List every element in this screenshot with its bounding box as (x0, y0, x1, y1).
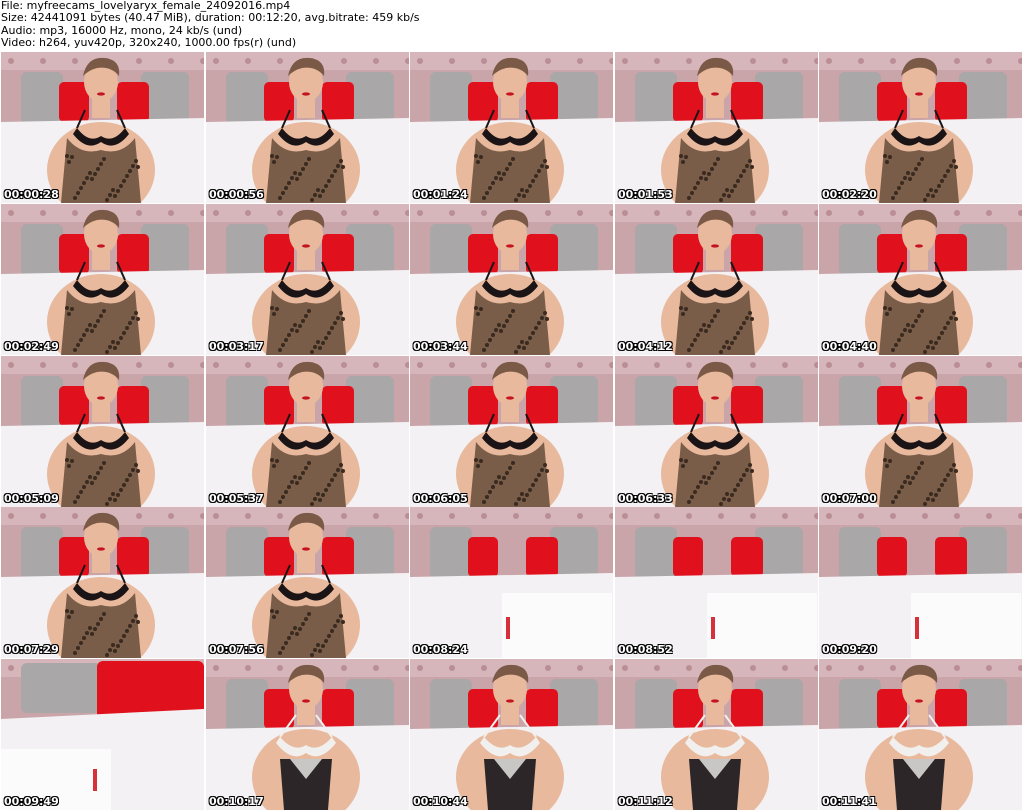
thumbnail-frame-image (615, 659, 818, 810)
thumbnail-frame-image (410, 356, 613, 507)
thumbnail-timestamp: 00:01:24 (413, 188, 468, 201)
video-thumbnail: 00:01:24 (410, 52, 613, 203)
video-thumbnail: 00:07:56 (206, 507, 409, 658)
thumbnail-timestamp: 00:07:56 (209, 643, 264, 656)
thumbnail-timestamp: 00:02:49 (4, 340, 59, 353)
video-thumbnail: 00:11:12 (615, 659, 818, 810)
video-thumbnail: 00:07:00 (819, 356, 1022, 507)
thumbnail-frame-image (1, 52, 204, 203)
thumbnail-frame-image (615, 204, 818, 355)
video-thumbnail: 00:00:56 (206, 52, 409, 203)
thumbnail-frame-image (819, 356, 1022, 507)
video-thumbnail: 00:05:37 (206, 356, 409, 507)
thumbnail-frame-image (206, 52, 409, 203)
video-thumbnail: 00:04:40 (819, 204, 1022, 355)
thumbnail-timestamp: 00:10:17 (209, 795, 264, 808)
thumbnail-timestamp: 00:08:24 (413, 643, 468, 656)
thumbnail-frame-image (410, 204, 613, 355)
thumbnail-frame-image (206, 659, 409, 810)
thumbnail-frame-image (410, 52, 613, 203)
video-thumbnail: 00:02:20 (819, 52, 1022, 203)
thumbnail-timestamp: 00:07:29 (4, 643, 59, 656)
video-thumbnail: 00:10:44 (410, 659, 613, 810)
thumbnail-timestamp: 00:01:53 (618, 188, 673, 201)
thumbnail-timestamp: 00:06:33 (618, 492, 673, 505)
thumbnail-timestamp: 00:09:20 (822, 643, 877, 656)
thumbnail-frame-image (819, 52, 1022, 203)
video-thumbnail: 00:03:17 (206, 204, 409, 355)
thumbnail-timestamp: 00:05:37 (209, 492, 264, 505)
video-thumbnail: 00:06:05 (410, 356, 613, 507)
video-thumbnail: 00:09:49 (1, 659, 204, 810)
video-thumbnail: 00:02:49 (1, 204, 204, 355)
thumbnail-grid: 00:00:28 00:00:56 00:01:24 00:01:53 00:02:20… (0, 52, 1024, 811)
thumbnail-timestamp: 00:02:20 (822, 188, 877, 201)
video-thumbnail: 00:00:28 (1, 52, 204, 203)
video-thumbnail: 00:10:17 (206, 659, 409, 810)
thumbnail-frame-image (1, 204, 204, 355)
video-thumbnail: 00:04:12 (615, 204, 818, 355)
thumbnail-frame-image (206, 204, 409, 355)
thumbnail-timestamp: 00:09:49 (4, 795, 59, 808)
thumbnail-timestamp: 00:04:12 (618, 340, 673, 353)
thumbnail-timestamp: 00:03:17 (209, 340, 264, 353)
thumbnail-timestamp: 00:11:12 (618, 795, 673, 808)
video-thumbnail: 00:09:20 (819, 507, 1022, 658)
thumbnail-timestamp: 00:10:44 (413, 795, 468, 808)
thumbnail-frame-image (615, 356, 818, 507)
video-thumbnail: 00:07:29 (1, 507, 204, 658)
thumbnail-frame-image (206, 507, 409, 658)
video-thumbnail: 00:06:33 (615, 356, 818, 507)
video-thumbnail: 00:08:52 (615, 507, 818, 658)
thumbnail-frame-image (819, 204, 1022, 355)
thumbnail-frame-image (206, 356, 409, 507)
thumbnail-timestamp: 00:00:28 (4, 188, 59, 201)
video-thumbnail: 00:11:41 (819, 659, 1022, 810)
thumbnail-frame-image (819, 659, 1022, 810)
video-thumbnail: 00:05:09 (1, 356, 204, 507)
video-thumbnail: 00:08:24 (410, 507, 613, 658)
thumbnail-timestamp: 00:11:41 (822, 795, 877, 808)
thumbnail-timestamp: 00:07:00 (822, 492, 877, 505)
thumbnail-frame-image (1, 507, 204, 658)
file-info-header: File: myfreecams_lovelyaryx_female_24092… (0, 0, 1024, 50)
thumbnail-timestamp: 00:04:40 (822, 340, 877, 353)
video-thumbnail: 00:01:53 (615, 52, 818, 203)
video-info-line: Video: h264, yuv420p, 320x240, 1000.00 f… (1, 36, 297, 50)
thumbnail-frame-image (819, 507, 1022, 658)
thumbnail-timestamp: 00:06:05 (413, 492, 468, 505)
thumbnail-timestamp: 00:08:52 (618, 643, 673, 656)
thumbnail-timestamp: 00:05:09 (4, 492, 59, 505)
thumbnail-timestamp: 00:03:44 (413, 340, 468, 353)
thumbnail-frame-image (1, 356, 204, 507)
thumbnail-frame-image (615, 52, 818, 203)
thumbnail-frame-image (615, 507, 818, 658)
file-size-line: Size: 42441091 bytes (40.47 MiB), durati… (1, 11, 420, 25)
video-thumbnail: 00:03:44 (410, 204, 613, 355)
thumbnail-frame-image (1, 659, 204, 810)
thumbnail-timestamp: 00:00:56 (209, 188, 264, 201)
thumbnail-frame-image (410, 659, 613, 810)
thumbnail-frame-image (410, 507, 613, 658)
